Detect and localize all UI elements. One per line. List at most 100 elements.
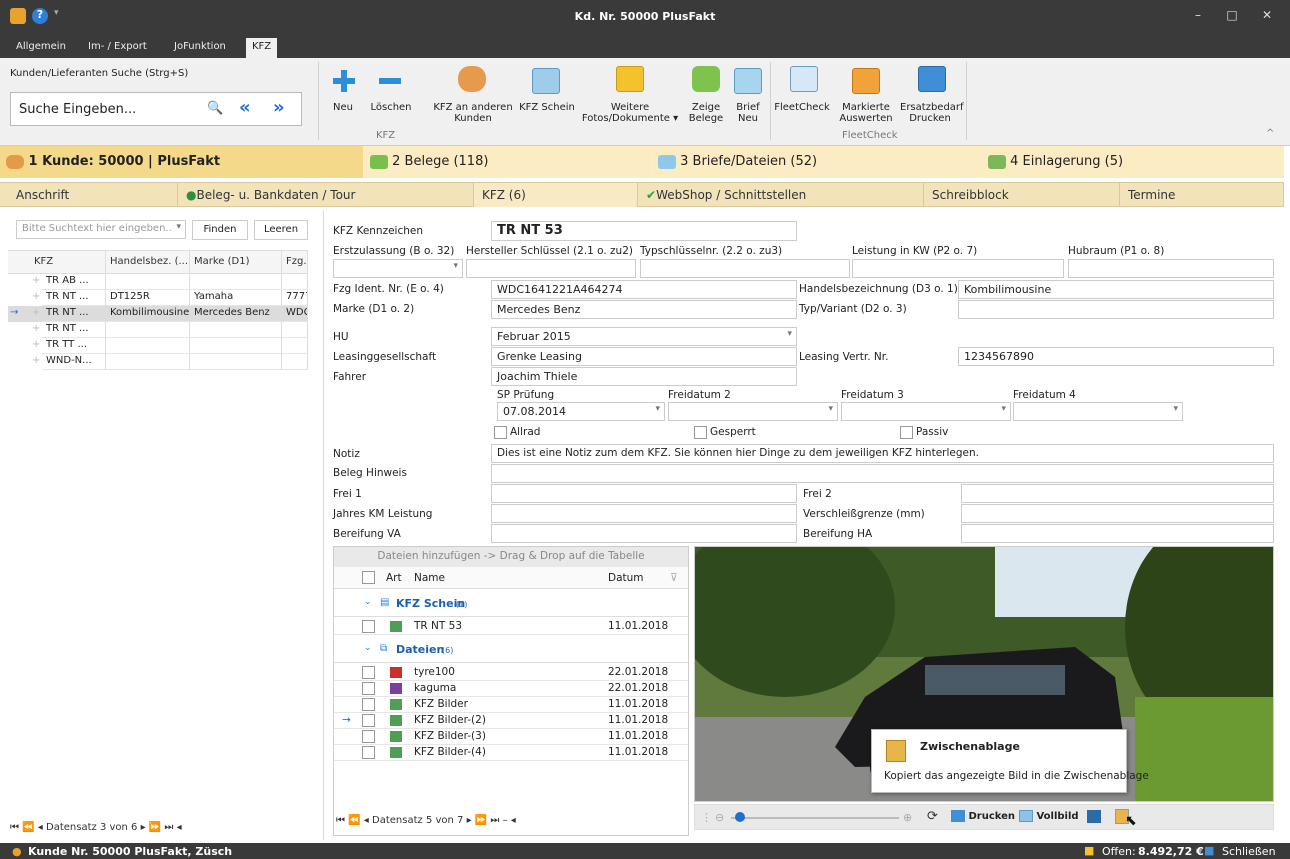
document-card-icon[interactable]: [532, 68, 560, 94]
group-row-kfz-schein[interactable]: ⌄ ▤ KFZ Schein (1): [334, 591, 688, 617]
photo-folder-icon[interactable]: [616, 66, 644, 92]
vehicle-search-input[interactable]: Bitte Suchtext hier eingeben..: [16, 220, 186, 239]
freidatum-2-input[interactable]: [668, 402, 838, 421]
freidatum-4-input[interactable]: [1013, 402, 1183, 421]
search-icon[interactable]: 🔍: [207, 101, 223, 116]
brief-neu-button[interactable]: Brief Neu: [732, 102, 764, 124]
kfz-an-anderen-kunden-button[interactable]: KFZ an anderen Kunden: [432, 102, 514, 124]
search-input[interactable]: Suche Eingeben... 🔍 « »: [10, 92, 302, 126]
chevron-down-icon[interactable]: ⌄: [364, 643, 372, 653]
file-row[interactable]: kaguma 22.01.2018: [334, 681, 688, 697]
print-button[interactable]: Drucken: [951, 810, 1015, 822]
bereifung-va-input[interactable]: [491, 524, 797, 543]
sp-pruefung-input[interactable]: 07.08.2014: [497, 402, 665, 421]
file-checkbox[interactable]: [362, 714, 375, 727]
fullscreen-button[interactable]: Vollbild: [1019, 810, 1079, 822]
drop-zone-header[interactable]: Dateien hinzufügen -> Drag & Drop auf di…: [334, 547, 688, 567]
menu-tab-im-export[interactable]: Im- / Export: [82, 38, 153, 58]
expand-icon[interactable]: +: [32, 291, 40, 302]
group-row-dateien[interactable]: ⌄ ⧉ Dateien (6): [334, 637, 688, 663]
tab-kunde[interactable]: 1 Kunde: 50000 | PlusFakt: [0, 146, 364, 178]
file-checkbox[interactable]: [362, 730, 375, 743]
verschleissgrenze-input[interactable]: [961, 504, 1274, 523]
hu-select[interactable]: Februar 2015: [491, 327, 797, 346]
typschluessel-input[interactable]: [640, 259, 850, 278]
tab-beleg-bankdaten[interactable]: ●Beleg- u. Bankdaten / Tour: [178, 183, 474, 207]
col-marke[interactable]: Marke (D1): [190, 251, 282, 273]
maximize-button[interactable]: □: [1222, 8, 1242, 22]
jahres-km-input[interactable]: [491, 504, 797, 523]
checklist-icon[interactable]: [790, 66, 818, 92]
bereifung-ha-input[interactable]: [961, 524, 1274, 543]
refresh-icon[interactable]: ⟳: [927, 809, 938, 824]
frei-1-input[interactable]: [491, 484, 797, 503]
tab-termine[interactable]: Termine: [1120, 183, 1284, 207]
ersatzbedarf-drucken-button[interactable]: Ersatzbedarf Drucken: [900, 102, 964, 124]
beleg-hinweis-input[interactable]: [491, 464, 1274, 483]
freidatum-3-input[interactable]: [841, 402, 1011, 421]
tab-kfz[interactable]: KFZ (6): [474, 183, 638, 207]
printer-icon[interactable]: [918, 66, 946, 92]
loeschen-button[interactable]: Löschen: [366, 102, 416, 113]
weitere-fotos-button[interactable]: Weitere Fotos/Dokumente ▾: [580, 102, 680, 124]
typ-variant-input[interactable]: [958, 300, 1274, 319]
file-row[interactable]: KFZ Bilder-(4) 11.01.2018: [334, 745, 688, 761]
file-checkbox[interactable]: [362, 682, 375, 695]
col-name[interactable]: Name: [414, 572, 445, 584]
file-row[interactable]: tyre100 22.01.2018: [334, 665, 688, 681]
status-close-button[interactable]: Schließen: [1222, 845, 1276, 858]
left-record-navigator[interactable]: ⏮ ⏪ ◂ Datensatz 3 von 6 ▸ ⏩ ⏭ ◂: [10, 822, 182, 833]
tab-belege[interactable]: 2 Belege (118): [364, 146, 652, 178]
zoom-slider-thumb[interactable]: [735, 812, 745, 822]
exit-icon[interactable]: ■: [1204, 844, 1214, 857]
vehicle-row[interactable]: + WND-N...: [8, 354, 308, 370]
vehicle-row[interactable]: + TR NT ...: [8, 322, 308, 338]
passiv-checkbox[interactable]: [900, 426, 913, 439]
menu-tab-jofunktion[interactable]: JoFunktion: [168, 38, 232, 58]
letter-icon[interactable]: [734, 68, 762, 94]
frei-2-input[interactable]: [961, 484, 1274, 503]
erstzulassung-input[interactable]: [333, 259, 463, 278]
col-kfz[interactable]: KFZ: [30, 251, 106, 273]
marke-input[interactable]: Mercedes Benz: [491, 300, 797, 319]
file-checkbox[interactable]: [362, 620, 375, 633]
file-row[interactable]: KFZ Bilder 11.01.2018: [334, 697, 688, 713]
filter-icon[interactable]: ⊽: [670, 572, 678, 584]
handelsbezeichnung-input[interactable]: Kombilimousine: [958, 280, 1274, 299]
vehicle-photo-viewer[interactable]: Zwischenablage Kopiert das angezeigte Bi…: [694, 546, 1274, 802]
fin-input[interactable]: WDC1641221A464274: [491, 280, 797, 299]
allrad-checkbox[interactable]: [494, 426, 507, 439]
expand-icon[interactable]: +: [32, 307, 40, 318]
tab-schreibblock[interactable]: Schreibblock: [924, 183, 1120, 207]
money-icon[interactable]: [692, 66, 720, 92]
kennzeichen-input[interactable]: TR NT 53: [491, 221, 797, 241]
person-icon[interactable]: [458, 66, 486, 92]
plus-icon[interactable]: [330, 68, 358, 94]
neu-button[interactable]: Neu: [324, 102, 362, 113]
expand-icon[interactable]: +: [32, 339, 40, 350]
col-art[interactable]: Art: [386, 572, 402, 584]
fleetcheck-button[interactable]: FleetCheck: [774, 102, 830, 113]
file-checkbox[interactable]: [362, 666, 375, 679]
previous-icon[interactable]: «: [239, 97, 251, 118]
expand-icon[interactable]: +: [32, 355, 40, 366]
col-datum[interactable]: Datum: [608, 572, 644, 584]
next-icon[interactable]: »: [273, 97, 285, 118]
vehicle-row[interactable]: → + TR NT ... Kombilimousine Mercedes Benz WD…: [8, 306, 308, 322]
find-button[interactable]: Finden: [192, 220, 248, 240]
zoom-out-icon[interactable]: ⊖: [715, 811, 724, 824]
evaluate-icon[interactable]: [852, 68, 880, 94]
files-record-navigator[interactable]: ⏮ ⏪ ◂ Datensatz 5 von 7 ▸ ⏩ ⏭ – ◂: [336, 815, 516, 826]
file-row[interactable]: KFZ Bilder-(3) 11.01.2018: [334, 729, 688, 745]
select-all-checkbox[interactable]: [362, 571, 375, 584]
tab-briefe[interactable]: 3 Briefe/Dateien (52): [652, 146, 982, 178]
gesperrt-checkbox[interactable]: [694, 426, 707, 439]
hersteller-schluessel-input[interactable]: [466, 259, 636, 278]
zoom-in-icon[interactable]: ⊕: [903, 811, 912, 824]
notiz-input[interactable]: Dies ist eine Notiz zum dem KFZ. Sie kön…: [491, 444, 1274, 463]
tab-webshop[interactable]: ✔WebShop / Schnittstellen: [638, 183, 924, 207]
expand-icon[interactable]: +: [32, 323, 40, 334]
collapse-ribbon-icon[interactable]: ^: [1266, 128, 1274, 139]
drag-handle-icon[interactable]: ⋮: [701, 811, 712, 824]
expand-icon[interactable]: +: [32, 275, 40, 286]
